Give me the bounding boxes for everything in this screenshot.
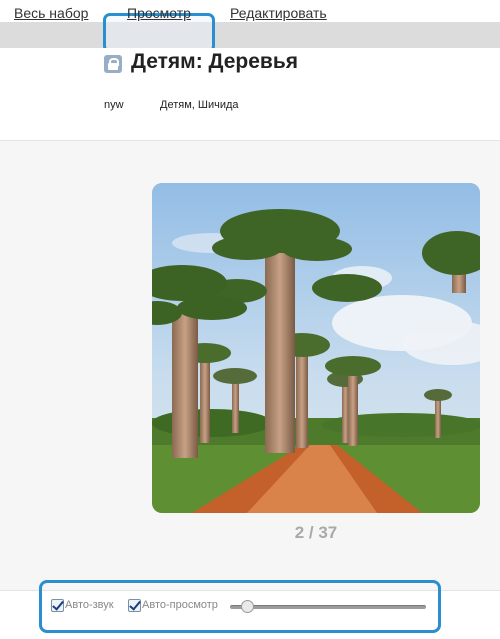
auto-view-checkbox[interactable]	[128, 599, 141, 612]
auto-sound-checkbox[interactable]	[51, 599, 64, 612]
speed-slider-track[interactable]	[230, 605, 426, 609]
tab-view[interactable]: Просмотр	[127, 5, 191, 21]
set-header: Детям: Деревья nyw Детям, Шичида	[0, 48, 500, 141]
auto-view-label: Авто-просмотр	[142, 599, 218, 611]
set-tags: Детям, Шичида	[160, 99, 239, 111]
page-title: Детям: Деревья	[131, 50, 298, 73]
tab-bar	[0, 22, 500, 48]
tab-edit[interactable]: Редактировать	[230, 5, 327, 21]
author-name: nyw	[104, 99, 124, 111]
auto-sound-label: Авто-звук	[65, 599, 114, 611]
tab-full-set[interactable]: Весь набор	[14, 5, 88, 21]
flashcard-image[interactable]	[152, 183, 480, 513]
lock-icon	[104, 55, 122, 73]
speed-slider-thumb[interactable]	[241, 600, 254, 613]
card-counter: 2 / 37	[294, 523, 338, 542]
baobab-image	[152, 183, 480, 513]
